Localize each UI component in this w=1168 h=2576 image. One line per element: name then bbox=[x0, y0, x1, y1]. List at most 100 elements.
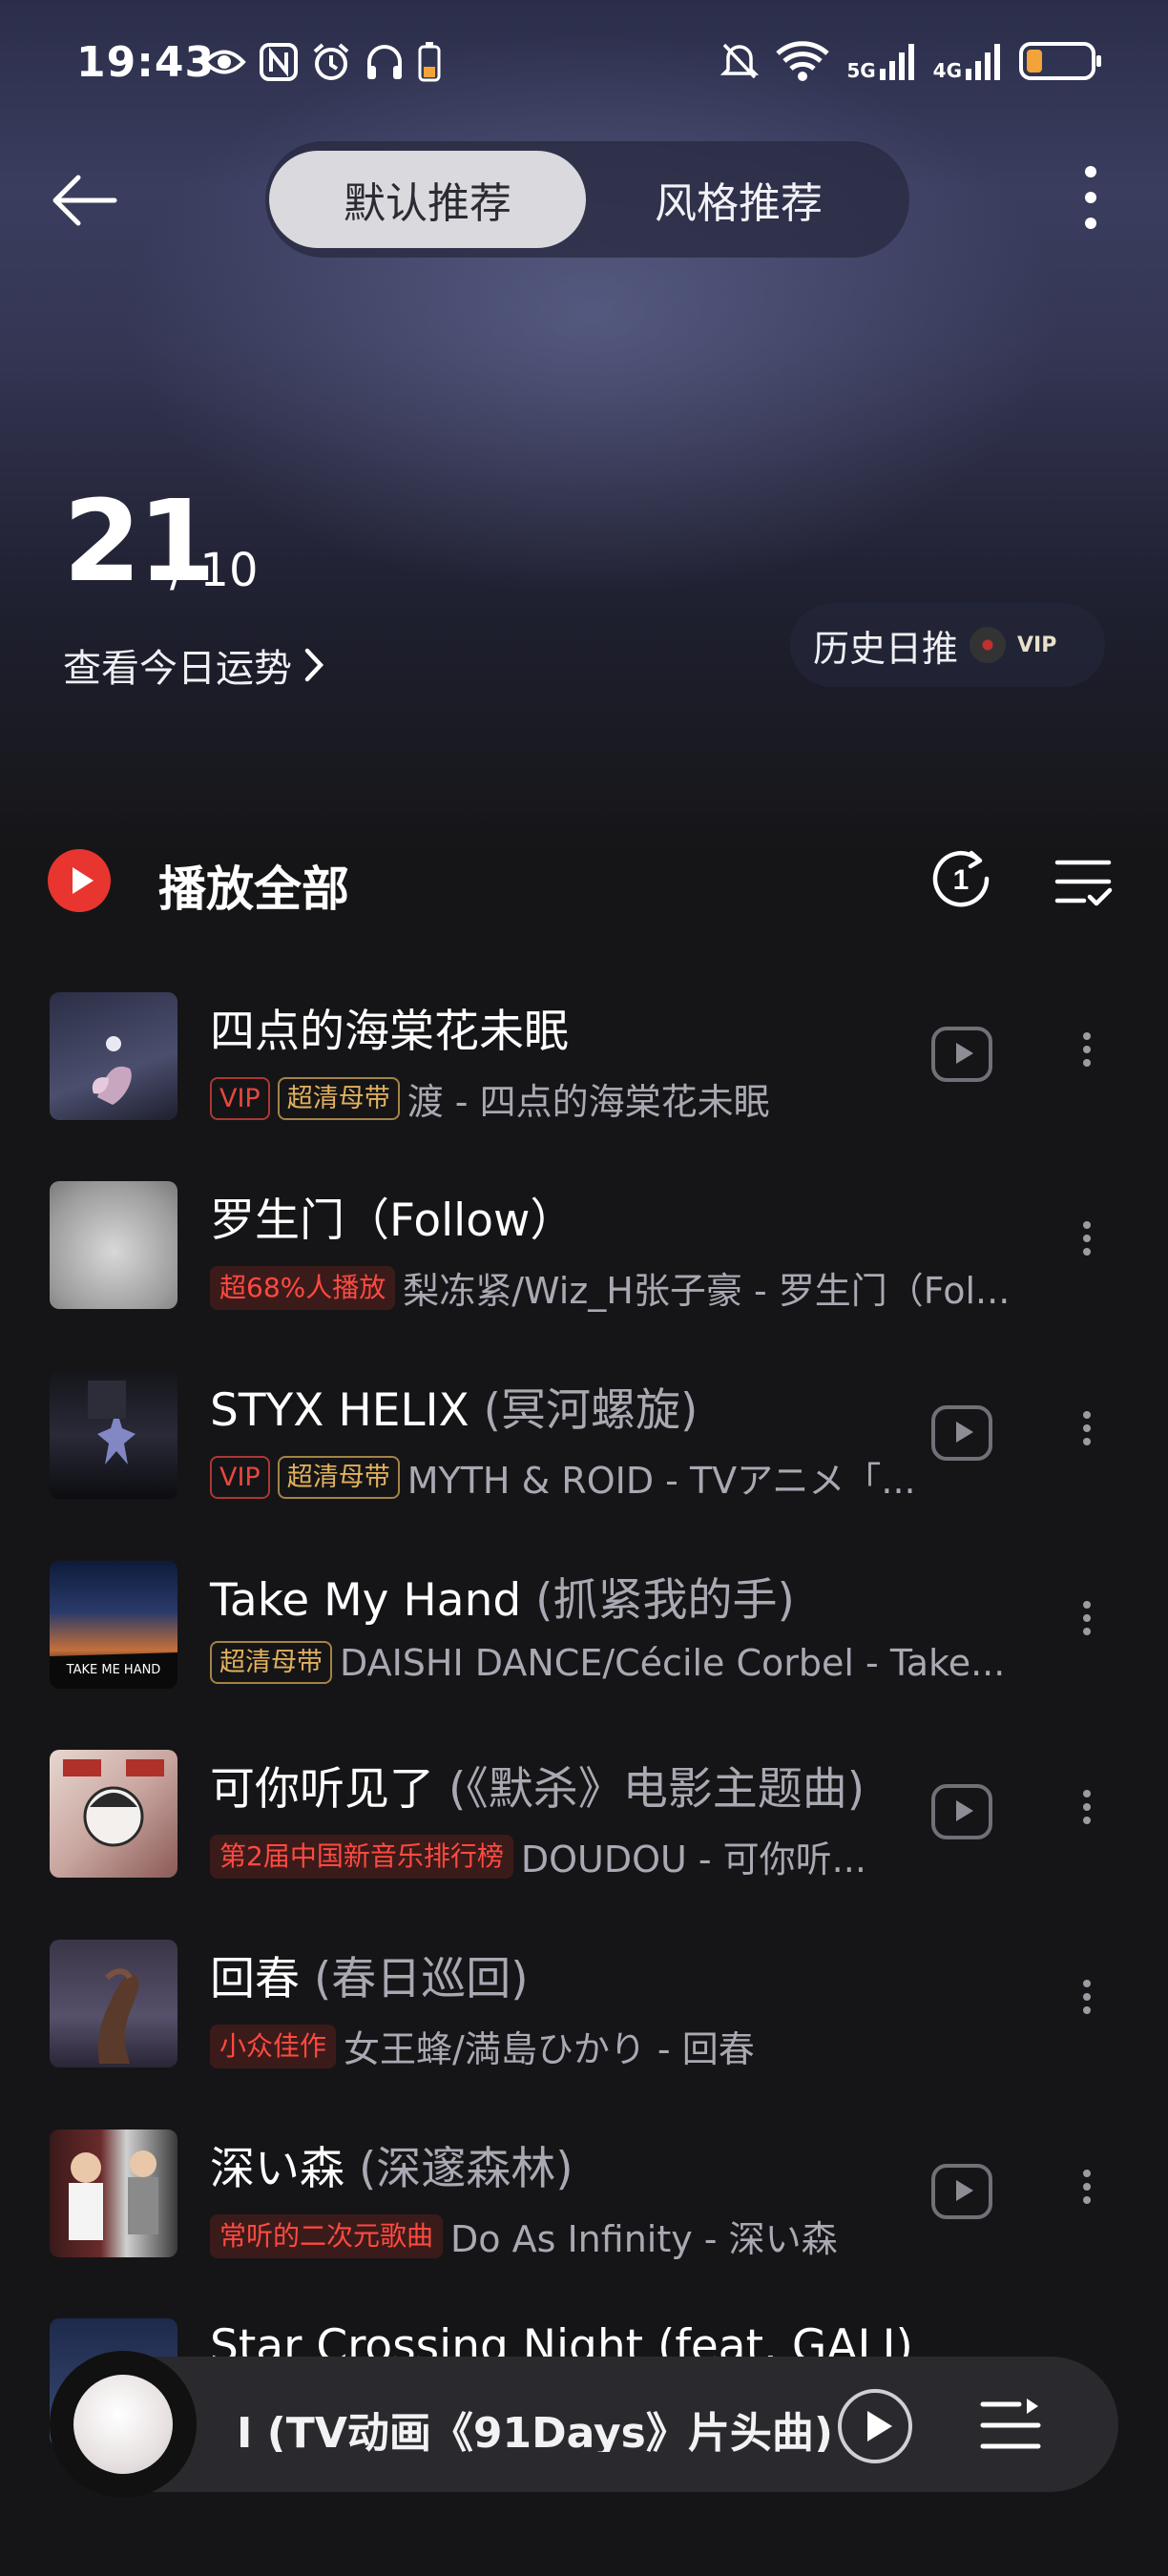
album-cover bbox=[50, 1181, 177, 1309]
song-row[interactable]: 回春 (春日巡回) 小众佳作 女王蜂/満島ひかり - 回春 bbox=[0, 1940, 1168, 2130]
phone-battery-icon bbox=[418, 42, 441, 82]
song-title: Take My Hand (抓紧我的手) bbox=[210, 1574, 795, 1627]
tab-default-recommend[interactable]: 默认推荐 bbox=[269, 151, 586, 248]
signal-4g: 4G bbox=[933, 42, 1002, 80]
mini-player-disc[interactable] bbox=[50, 2351, 197, 2498]
song-more-button[interactable] bbox=[1073, 1215, 1101, 1273]
song-more-button[interactable] bbox=[1073, 1405, 1101, 1463]
popularity-badge: 超68%人播放 bbox=[210, 1265, 396, 1310]
song-artist: 渡 - 四点的海棠花未眠 bbox=[407, 1081, 770, 1123]
song-title: 四点的海棠花未眠 bbox=[210, 1006, 569, 1058]
play-all-row: 播放全部 1 bbox=[0, 840, 1168, 925]
nfc-icon bbox=[260, 43, 298, 81]
mini-player-title[interactable]: I (TV动画《91Days》片头曲) - bbox=[237, 2399, 847, 2452]
song-title: 回春 (春日巡回) bbox=[210, 1953, 529, 2005]
song-artist: MYTH & ROID - TVアニメ「... bbox=[407, 1460, 916, 1502]
song-meta: 超清母带 DAISHI DANCE/Cécile Corbel - Take..… bbox=[210, 1641, 1005, 1684]
history-label: 历史日推 bbox=[813, 627, 959, 670]
song-more-button[interactable] bbox=[1073, 1595, 1101, 1652]
playlist-button[interactable] bbox=[979, 2397, 1042, 2454]
wifi-icon bbox=[776, 41, 830, 81]
song-more-button[interactable] bbox=[1073, 1974, 1101, 2031]
album-cover bbox=[50, 1371, 177, 1499]
history-daily-button[interactable]: 历史日推 VIP bbox=[790, 603, 1105, 687]
song-artist: DOUDOU - 可你听... bbox=[520, 1839, 866, 1880]
album-cover: TAKE ME HAND bbox=[50, 1561, 177, 1689]
status-time: 19:43 bbox=[76, 38, 216, 87]
vip-badge: VIP bbox=[210, 1456, 270, 1499]
song-row[interactable]: 罗生门（Follow） 超68%人播放 梨冻紧/Wiz_H张子豪 - 罗生门（F… bbox=[0, 1181, 1168, 1372]
song-row[interactable]: TAKE ME HAND Take My Hand (抓紧我的手) 超清母带 D… bbox=[0, 1561, 1168, 1752]
album-cover bbox=[50, 2129, 177, 2257]
play-mv-button[interactable] bbox=[931, 2164, 992, 2219]
quality-badge: 超清母带 bbox=[277, 1456, 400, 1499]
song-artist: DAISHI DANCE/Cécile Corbel - Take... bbox=[340, 1641, 1006, 1684]
play-mv-button[interactable] bbox=[931, 1784, 992, 1839]
song-row[interactable]: STYX HELIX (冥河螺旋) VIP 超清母带 MYTH & ROID -… bbox=[0, 1371, 1168, 1562]
svg-text:TAKE ME HAND: TAKE ME HAND bbox=[66, 1663, 161, 1677]
song-row[interactable]: 深い森 (深邃森林) 常听的二次元歌曲 Do As Infinity - 深い森 bbox=[0, 2129, 1168, 2320]
song-meta: 超68%人播放 梨冻紧/Wiz_H张子豪 - 罗生门（Fol... bbox=[210, 1261, 1010, 1314]
back-button[interactable] bbox=[50, 167, 126, 234]
play-mv-button[interactable] bbox=[931, 1027, 992, 1082]
status-icons-right: 5G 4G bbox=[720, 40, 1101, 82]
song-meta: VIP 超清母带 渡 - 四点的海棠花未眠 bbox=[210, 1072, 770, 1125]
signal-5g: 5G bbox=[846, 42, 915, 80]
battery-level bbox=[1027, 50, 1042, 73]
eye-icon bbox=[202, 50, 246, 74]
signal-bars-icon bbox=[879, 44, 914, 80]
arrow-left-icon bbox=[52, 175, 117, 226]
quality-badge: 超清母带 bbox=[277, 1077, 400, 1120]
album-art-icon bbox=[73, 2375, 173, 2474]
chevron-right-icon bbox=[304, 648, 324, 682]
multi-select-button[interactable] bbox=[1053, 853, 1113, 910]
song-more-button[interactable] bbox=[1073, 2164, 1101, 2221]
more-vertical-icon bbox=[1085, 166, 1096, 229]
song-meta: VIP 超清母带 MYTH & ROID - TVアニメ「... bbox=[210, 1451, 916, 1504]
album-cover bbox=[50, 992, 177, 1120]
song-title: 深い森 (深邃森林) bbox=[210, 2143, 574, 2195]
status-bar: 19:43 5G 4G bbox=[0, 0, 1168, 134]
play-mv-button[interactable] bbox=[931, 1405, 992, 1461]
play-all-icon[interactable] bbox=[48, 849, 111, 912]
vip-badge: VIP bbox=[1017, 633, 1057, 657]
date-month: / 10 bbox=[170, 544, 259, 597]
niche-badge: 小众佳作 bbox=[210, 2024, 337, 2068]
mini-play-button[interactable] bbox=[838, 2389, 912, 2463]
fortune-link-label: 查看今日运势 bbox=[63, 647, 292, 691]
headphones-icon bbox=[367, 45, 402, 79]
fortune-link[interactable]: 查看今日运势 bbox=[63, 637, 324, 693]
song-meta: 小众佳作 女王蜂/満島ひかり - 回春 bbox=[210, 2020, 755, 2072]
alarm-icon bbox=[313, 43, 349, 80]
status-icons-left bbox=[202, 42, 441, 82]
vinyl-icon bbox=[970, 627, 1007, 663]
song-artist: 女王蜂/満島ひかり - 回春 bbox=[344, 2028, 755, 2070]
quality-badge: 超清母带 bbox=[210, 1641, 332, 1684]
song-artist: 梨冻紧/Wiz_H张子豪 - 罗生门（Fol... bbox=[403, 1270, 1011, 1312]
song-row[interactable]: 可你听见了 (《默杀》电影主题曲) 第2届中国新音乐排行榜 DOUDOU - 可… bbox=[0, 1750, 1168, 1941]
battery-icon bbox=[1019, 42, 1101, 80]
mute-icon bbox=[720, 43, 760, 79]
vip-badge: VIP bbox=[210, 1077, 270, 1120]
playlist-icon bbox=[980, 2399, 1041, 2449]
loop-once-button[interactable]: 1 bbox=[929, 847, 992, 910]
recommend-tab-switch: 默认推荐 风格推荐 bbox=[265, 141, 909, 258]
chart-badge: 第2届中国新音乐排行榜 bbox=[210, 1834, 513, 1879]
loop-count: 1 bbox=[953, 864, 970, 896]
frequent-badge: 常听的二次元歌曲 bbox=[210, 2213, 444, 2258]
song-more-button[interactable] bbox=[1073, 1027, 1101, 1084]
tab-style-recommend[interactable]: 风格推荐 bbox=[586, 151, 891, 248]
song-title: 罗生门（Follow） bbox=[210, 1195, 575, 1247]
song-meta: 第2届中国新音乐排行榜 DOUDOU - 可你听... bbox=[210, 1830, 866, 1882]
album-cover bbox=[50, 1750, 177, 1878]
song-title: 可你听见了 (《默杀》电影主题曲) bbox=[210, 1763, 866, 1816]
song-meta: 常听的二次元歌曲 Do As Infinity - 深い森 bbox=[210, 2210, 838, 2262]
more-options-button[interactable] bbox=[1076, 164, 1105, 231]
mini-player[interactable]: I (TV动画《91Days》片头曲) - bbox=[50, 2351, 1118, 2498]
album-cover bbox=[50, 1940, 177, 2067]
signal-bars-icon bbox=[966, 44, 1000, 80]
play-all-button[interactable]: 播放全部 bbox=[158, 851, 349, 920]
song-more-button[interactable] bbox=[1073, 1784, 1101, 1841]
song-row[interactable]: 四点的海棠花未眠 VIP 超清母带 渡 - 四点的海棠花未眠 bbox=[0, 992, 1168, 1183]
list-check-icon bbox=[1054, 860, 1113, 906]
